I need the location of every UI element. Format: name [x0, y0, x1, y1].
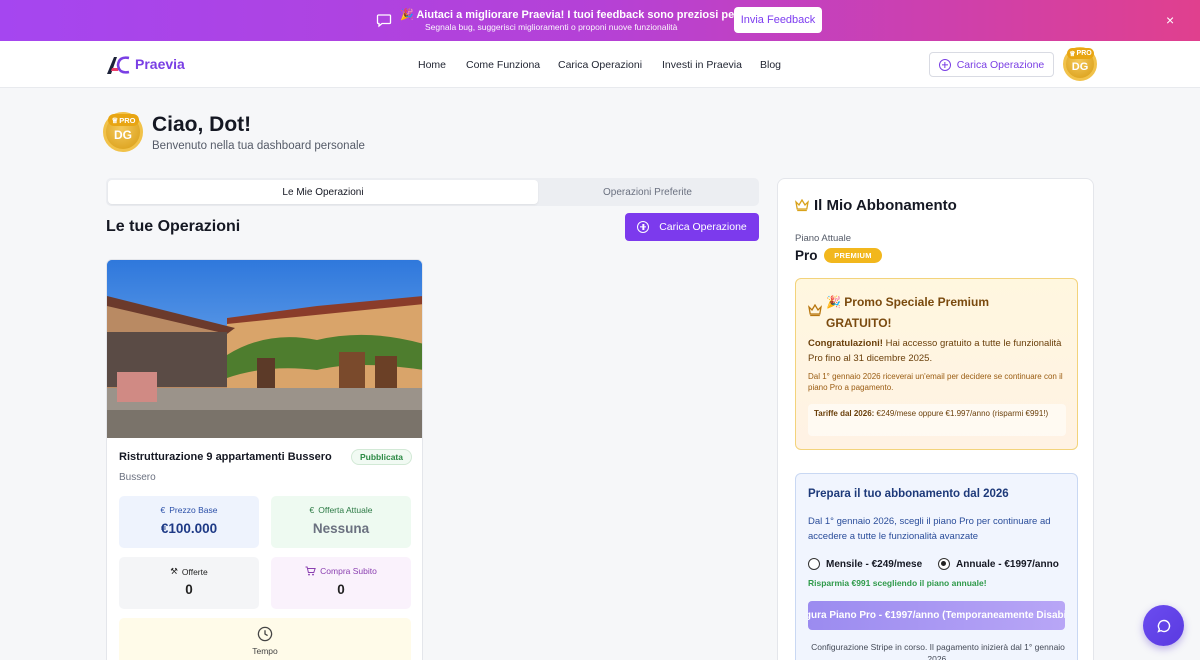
timer-label: Tempo — [252, 646, 278, 656]
plus-circle-icon — [637, 221, 650, 233]
profile-pro-badge: ♕ PRO — [108, 114, 139, 126]
nav-blog[interactable]: Blog — [760, 59, 781, 71]
stat-tempo: Tempo — [119, 618, 411, 660]
operations-tabs: Le Mie Operazioni Operazioni Preferite — [106, 178, 759, 206]
section-title: Le tue Operazioni — [106, 218, 241, 235]
plus-circle-icon — [938, 58, 951, 71]
pro-badge: ♕ PRO — [1067, 48, 1094, 59]
gavel-icon: ⚒ — [170, 566, 178, 576]
operation-card[interactable]: Ristrutturazione 9 appartamenti Bussero … — [106, 259, 423, 660]
stat-offerta-attuale: € Offerta Attuale Nessuna — [271, 496, 411, 548]
clock-icon — [257, 626, 273, 642]
avatar-initials: DG — [1071, 61, 1089, 73]
promo-note: Dal 1° gennaio 2026 riceverai un'email p… — [808, 372, 1063, 392]
cart-icon — [305, 566, 316, 576]
stat-offerta-attuale-value: Nessuna — [312, 521, 370, 536]
promo-title: 🎉 Promo Speciale Premium GRATUITO! — [826, 295, 990, 330]
brand-name[interactable]: Praevia — [135, 56, 185, 72]
nav-home[interactable]: Home — [418, 59, 446, 71]
tab-operazioni-preferite[interactable]: Operazioni Preferite — [538, 180, 757, 204]
stat-prezzo-base-value: €100.000 — [160, 521, 218, 536]
euro-icon: € — [309, 505, 315, 515]
upload-operation-label: Carica Operazione — [659, 221, 747, 233]
crown-icon: ♕ — [111, 115, 119, 125]
crown-icon — [795, 199, 809, 212]
radio-monthly[interactable]: Mensile - €249/mese — [808, 558, 922, 570]
promo-text: Congratulazioni! Hai accesso gratuito a … — [808, 338, 1062, 364]
prepare-title: Prepara il tuo abbonamento dal 2026 — [808, 488, 1009, 500]
plan-name: Pro — [795, 248, 818, 263]
crown-icon — [808, 304, 822, 317]
header-upload-button[interactable]: Carica Operazione — [929, 52, 1054, 77]
configure-plan-button[interactable]: Configura Piano Pro - €1997/anno (Tempor… — [808, 601, 1065, 630]
top-nav: Praevia Home Come Funziona Carica Operaz… — [0, 41, 1200, 88]
nav-carica-operazioni[interactable]: Carica Operazioni — [558, 59, 642, 71]
stat-compra-subito: Compra Subito 0 — [271, 557, 411, 609]
stat-prezzo-base: € Prezzo Base €100.000 — [119, 496, 259, 548]
radio-checked-icon[interactable] — [938, 558, 950, 570]
status-badge: Pubblicata — [351, 449, 412, 465]
prepare-subscription-box: Prepara il tuo abbonamento dal 2026 Dal … — [795, 473, 1078, 660]
stripe-note: Configurazione Stripe in corso. Il pagam… — [811, 642, 1065, 660]
nav-investi[interactable]: Investi in Praevia — [662, 59, 742, 71]
crown-icon: ♕ — [1069, 50, 1076, 58]
page-title: Ciao, Dot! — [152, 113, 252, 136]
banner-title: 🎉 Aiutaci a migliorare Praevia! I tuoi f… — [400, 9, 759, 21]
premium-badge: PREMIUM — [824, 248, 882, 263]
send-feedback-button[interactable]: Invia Feedback — [734, 7, 822, 33]
praevia-logo-icon[interactable] — [106, 55, 130, 75]
property-photo — [107, 260, 422, 438]
profile-initials: DG — [114, 128, 132, 142]
party-emoji: 🎉 — [826, 295, 841, 309]
radio-unchecked-icon[interactable] — [808, 558, 820, 570]
chat-bubble-icon — [1156, 619, 1170, 633]
operation-city: Bussero — [119, 472, 156, 483]
euro-icon: € — [160, 505, 166, 515]
promo-box: 🎉 Promo Speciale Premium GRATUITO! Congr… — [795, 278, 1078, 450]
close-icon[interactable]: × — [1166, 12, 1174, 28]
prepare-text: Dal 1° gennaio 2026, scegli il piano Pro… — [808, 516, 1051, 542]
tariff-box: Tariffe dal 2026: €249/mese oppure €1.99… — [808, 404, 1066, 436]
nav-come-funziona[interactable]: Come Funziona — [466, 59, 540, 71]
header-upload-label: Carica Operazione — [956, 58, 1045, 71]
subscription-title: Il Mio Abbonamento — [814, 197, 957, 214]
stat-compra-subito-value: 0 — [337, 582, 345, 597]
operation-title: Ristrutturazione 9 appartamenti Bussero — [119, 451, 332, 463]
feedback-banner: 🎉 Aiutaci a migliorare Praevia! I tuoi f… — [0, 0, 1200, 41]
upload-operation-button[interactable]: Carica Operazione — [625, 213, 759, 241]
tab-le-mie-operazioni[interactable]: Le Mie Operazioni — [108, 180, 538, 204]
banner-subtitle: Segnala bug, suggerisci miglioramenti o … — [425, 22, 678, 32]
stat-offerte: ⚒ Offerte 0 — [119, 557, 259, 609]
plan-label: Piano Attuale — [795, 233, 851, 244]
page-subtitle: Benvenuto nella tua dashboard personale — [152, 140, 365, 152]
radio-yearly[interactable]: Annuale - €1997/anno — [938, 558, 1059, 570]
savings-note: Risparmia €991 scegliendo il piano annua… — [808, 578, 987, 588]
stat-offerte-value: 0 — [185, 582, 193, 597]
chat-button[interactable] — [1143, 605, 1184, 646]
message-icon — [376, 14, 392, 28]
subscription-panel: Il Mio Abbonamento Piano Attuale Pro PRE… — [777, 178, 1094, 660]
